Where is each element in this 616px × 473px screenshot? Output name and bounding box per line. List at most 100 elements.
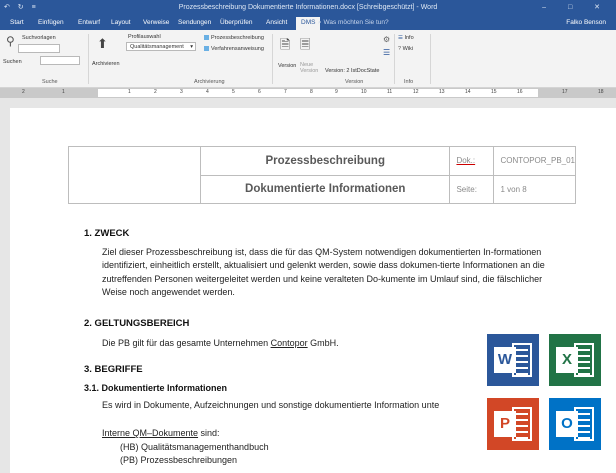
tab-sendungen[interactable]: Sendungen — [178, 19, 211, 26]
ruler-number: 3 — [180, 89, 183, 95]
ruler-number: 14 — [465, 89, 471, 95]
word-app-icon[interactable]: W — [487, 334, 539, 386]
paragraph-doc-info: Es wird in Dokumente, Aufzeichnungen und… — [102, 400, 440, 410]
ruler-number: 8 — [310, 89, 313, 95]
tab-layout[interactable]: Layout — [111, 19, 131, 26]
interne-dokumente-line: Interne QM–Dokumente sind: — [102, 427, 220, 440]
ruler-number: 4 — [206, 89, 209, 95]
wiki-button[interactable]: ? Wiki — [398, 46, 413, 52]
interne-label: Interne QM–Dokumente — [102, 428, 199, 438]
settings-icon[interactable]: ⚙ — [383, 35, 390, 44]
document-icon: 🗎 — [280, 37, 291, 52]
archivierung-group-label: Archivierung — [194, 79, 225, 85]
ruler-number: 5 — [232, 89, 235, 95]
header-doc-label: Dok.: — [449, 146, 495, 176]
list-item-pb: (PB) Prozessbeschreibungen — [120, 455, 238, 465]
excel-letter: X — [556, 347, 578, 373]
ruler-number: 16 — [517, 89, 523, 95]
logo-cell — [68, 146, 201, 204]
archivieren-button[interactable]: Archivieren — [92, 61, 120, 67]
archive-icon: ⬆ — [97, 36, 108, 51]
ruler-number: 1 — [62, 89, 65, 95]
geltung-text: Die PB gilt für das gesamte Unternehmen — [102, 338, 271, 348]
ruler-number: 13 — [439, 89, 445, 95]
ribbon-separator — [394, 34, 395, 84]
version-button[interactable]: Version — [278, 63, 296, 69]
checkbox-label: Prozessbeschreibung — [211, 35, 264, 41]
search-icon: ⚲ — [6, 34, 15, 48]
ribbon-separator — [88, 34, 89, 84]
tab-start[interactable]: Start — [10, 19, 24, 26]
info-button[interactable]: ☰ Info — [398, 35, 414, 41]
profil-value: Qualitätsmanagement — [130, 44, 184, 50]
new-version-icon: 🗏 — [300, 37, 311, 52]
ruler-number: 12 — [413, 89, 419, 95]
ruler-number: 11 — [387, 89, 393, 95]
header-page-label: Seite: — [449, 174, 495, 204]
outlook-letter: O — [556, 411, 578, 437]
window-title: Prozessbeschreibung Dokumentierte Inform… — [178, 4, 438, 11]
ruler-number: 17 — [562, 89, 568, 95]
ruler-number: 2 — [22, 89, 25, 95]
geltung-text-end: GmbH. — [307, 338, 339, 348]
ribbon-separator — [430, 34, 431, 84]
outlook-app-icon[interactable]: O — [549, 398, 601, 450]
tab-verweise[interactable]: Verweise — [143, 19, 169, 26]
heading-zweck: 1. ZWECK — [84, 228, 130, 239]
tab-einfuegen[interactable]: Einfügen — [38, 19, 64, 26]
ruler-number: 9 — [335, 89, 338, 95]
neue-version-button[interactable]: Neue Version — [300, 62, 322, 74]
checkbox-prozessbeschreibung[interactable]: Prozessbeschreibung — [204, 35, 264, 41]
excel-app-icon[interactable]: X — [549, 334, 601, 386]
powerpoint-letter: P — [494, 411, 516, 437]
header-title-topic: Dokumentierte Informationen — [199, 174, 451, 204]
ribbon-tabs: Start Einfügen Entwurf Layout Verweise S… — [0, 16, 616, 30]
paragraph-zweck: Ziel dieser Prozessbeschreibung ist, das… — [102, 247, 545, 298]
ruler-number: 7 — [284, 89, 287, 95]
heading-dokumentierte-informationen: 3.1. Dokumentierte Informationen — [84, 383, 228, 393]
list-item-hb: (HB) Qualitätsmanagementhandbuch — [120, 442, 269, 452]
tab-entwurf[interactable]: Entwurf — [78, 19, 100, 26]
company-name: Contopor — [270, 338, 308, 348]
suchvorlagen-dropdown[interactable] — [18, 44, 60, 53]
ruler-text-area — [98, 89, 538, 97]
doc-key: Dok.: — [456, 156, 476, 166]
document-header-table: Prozessbeschreibung Dok.: CONTOPOR_PB_01… — [68, 146, 576, 204]
info-label: Info — [404, 35, 414, 41]
user-name[interactable]: Falko Benson — [566, 19, 606, 26]
search-input[interactable] — [40, 56, 80, 65]
header-doc-value: CONTOPOR_PB_01 — [493, 146, 576, 176]
suchvorlagen-button[interactable]: Suchvorlagen — [22, 35, 56, 41]
tell-me-search[interactable]: ⌕ Was möchten Sie tun? — [318, 19, 389, 27]
header-title-process: Prozessbeschreibung — [199, 146, 451, 176]
wiki-label: Wiki — [402, 46, 413, 52]
ribbon: ⚲ Suchvorlagen Suchen Suche ⬆ Archiviere… — [0, 30, 616, 88]
paragraph-geltungsbereich: Die PB gilt für das gesamte Unternehmen … — [102, 337, 502, 350]
heading-begriffe: 3. BEGRIFFE — [84, 364, 143, 375]
profilauswahl-label: Profilauswahl — [128, 34, 161, 40]
horizontal-ruler[interactable]: 2 1 1 2 3 4 5 6 7 8 9 10 11 12 13 14 15 … — [0, 88, 616, 98]
ruler-number: 15 — [491, 89, 497, 95]
word-letter: W — [494, 347, 516, 373]
tab-ueberpruefen[interactable]: Überprüfen — [220, 19, 253, 26]
version-group-label: Version — [345, 79, 364, 85]
heading-geltungsbereich: 2. GELTUNGSBEREICH — [84, 318, 190, 329]
header-page-value: 1 von 8 — [493, 174, 576, 204]
checkbox-verfahrensanweisung[interactable]: Verfahrensanweisung — [204, 46, 264, 52]
ruler-number: 1 — [128, 89, 131, 95]
powerpoint-app-icon[interactable]: P — [487, 398, 539, 450]
tab-dms[interactable]: DMS — [296, 17, 321, 30]
info-group-label: Info — [404, 79, 414, 85]
ruler-number: 18 — [598, 89, 604, 95]
suche-group-label: Suche — [42, 79, 58, 85]
info-icon: ☰ — [398, 35, 403, 41]
chevron-down-icon: ▾ — [190, 44, 193, 50]
question-icon: ? — [398, 46, 402, 52]
stack-icon[interactable]: ☰ — [383, 48, 390, 57]
ruler-number: 2 — [154, 89, 157, 95]
suchen-button[interactable]: Suchen — [3, 59, 22, 65]
tab-ansicht[interactable]: Ansicht — [266, 19, 287, 26]
profilauswahl-dropdown[interactable]: Qualitätsmanagement ▾ — [126, 42, 196, 51]
window-controls[interactable]: – □ ✕ — [542, 3, 610, 11]
ruler-number: 10 — [361, 89, 367, 95]
